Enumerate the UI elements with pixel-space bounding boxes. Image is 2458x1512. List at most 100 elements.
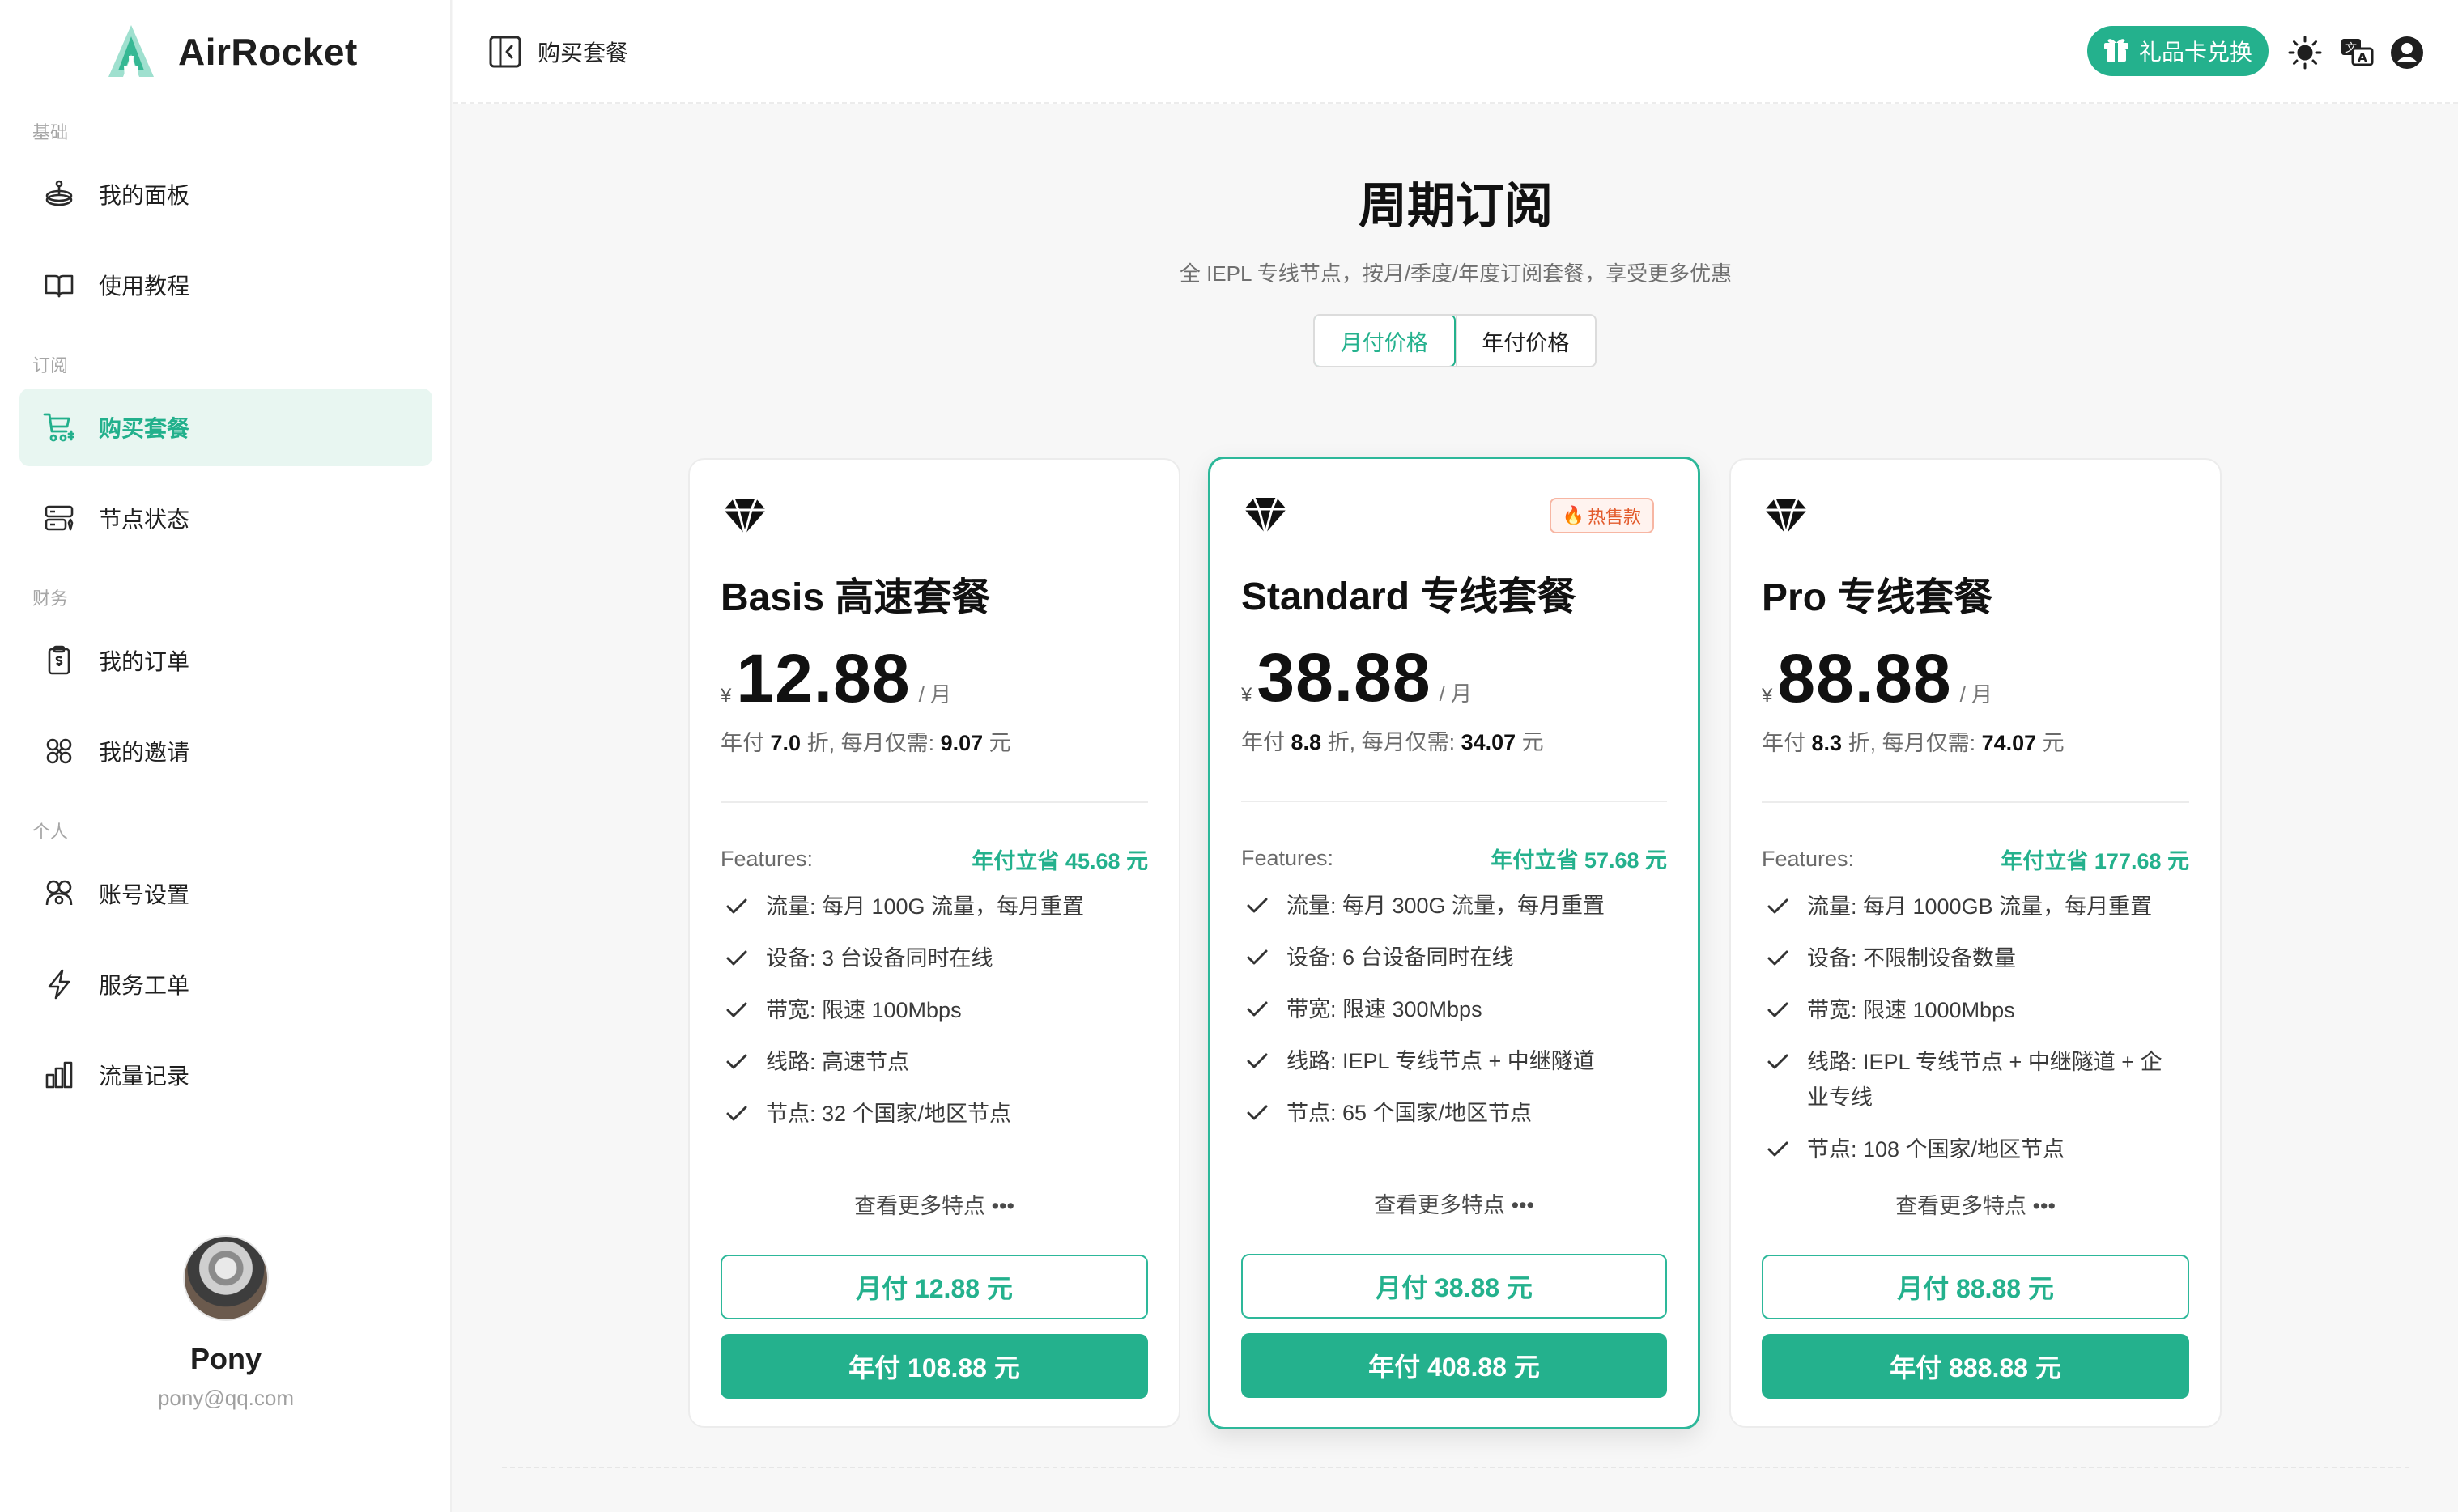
diamond-icon [1243,495,1288,535]
page-subtitle: 全 IEPL 专线节点，按月/季度/年度订阅套餐，享受更多优惠 [1179,261,1733,286]
sidebar-item-label: 使用教程 [99,274,190,299]
section-label-basic: 基础 [32,122,69,142]
feature-item: 带宽: 限速 300Mbps [1246,992,1657,1027]
feature-text: 节点: 108 个国家/地区节点 [1807,1137,2065,1162]
sidebar-item-label: 账号设置 [99,882,190,907]
feature-list: 流量: 每月 300G 流量，每月重置 设备: 6 台设备同时在线 带宽: 限速 3… [1246,888,1657,1147]
price: ¥ 88.88 / 月 [1762,639,1992,718]
price-amount: 88.88 [1777,640,1952,716]
user-name: Pony [189,1342,262,1375]
sidebar-item-dashboard[interactable]: 我的面板 [19,155,432,233]
price: ¥ 12.88 / 月 [721,639,951,718]
sidebar-item-node-status[interactable]: 节点状态 [19,479,432,557]
monthly-pay-button[interactable]: 月付 88.88 元 [1762,1255,2189,1319]
avatar[interactable] [183,1235,269,1321]
feature-text: 线路: IEPL 专线节点 + 中继隧道 + 企业专线 [1807,1050,2162,1110]
yearly-pay-button[interactable]: 年付 408.88 元 [1241,1333,1667,1398]
feature-text: 节点: 65 个国家/地区节点 [1286,1101,1533,1125]
check-icon [725,941,750,976]
check-icon [1767,1132,1791,1167]
yearly-savings: 年付立省 57.68 元 [1491,848,1667,873]
view-more-features-link[interactable]: 查看更多特点 ••• [1210,1187,1698,1219]
feature-text: 带宽: 限速 300Mbps [1286,997,1482,1021]
user-email: pony@qq.com [157,1386,295,1410]
sidebar-item-orders[interactable]: 我的订单 [19,622,432,699]
dashboard-icon [40,176,78,213]
sidebar-item-traffic[interactable]: 流量记录 [19,1036,432,1114]
gift-card-button[interactable]: 礼品卡兑换 [2086,26,2269,76]
price-period: / 月 [1439,682,1473,706]
features-header: Features: 年付立省 57.68 元 [1241,843,1667,874]
check-icon [725,992,750,1028]
sidebar-collapse-icon[interactable] [487,34,523,70]
sidebar-item-tickets[interactable]: 服务工单 [19,945,432,1023]
feature-item: 节点: 65 个国家/地区节点 [1246,1095,1657,1131]
note-mid: 折, 每月仅需: [801,731,941,755]
check-icon [1767,1044,1791,1080]
note-prefix: 年付 [1241,730,1291,754]
note-prefix: 年付 [721,731,771,755]
feature-item: 流量: 每月 100G 流量，每月重置 [725,889,1138,924]
feature-text: 带宽: 限速 1000Mbps [1807,998,2015,1022]
user-account-icon[interactable] [2388,34,2426,71]
currency-symbol: ¥ [1762,685,1773,707]
check-icon [1246,992,1270,1027]
features-header: Features: 年付立省 177.68 元 [1762,843,2189,875]
plan-card: Basis 高速套餐 ¥ 12.88 / 月 年付 7.0 折, 每月仅需: 9… [688,458,1180,1428]
theme-toggle-icon[interactable] [2286,34,2324,71]
features-label: Features: [1241,846,1334,870]
price-amount: 12.88 [736,640,911,716]
plan-name: Basis 高速套餐 [721,576,991,619]
feature-text: 线路: 高速节点 [766,1050,910,1074]
sidebar-item-tutorial[interactable]: 使用教程 [19,246,432,324]
sidebar-item-label: 我的订单 [99,649,190,674]
feature-text: 设备: 不限制设备数量 [1807,946,2017,970]
sidebar-item-invite[interactable]: 我的邀请 [19,712,432,790]
monthly-pay-button[interactable]: 月付 12.88 元 [721,1255,1148,1319]
feature-item: 带宽: 限速 1000Mbps [1767,992,2179,1028]
account-icon [40,875,78,912]
yearly-discount-note: 年付 8.3 折, 每月仅需: 74.07 元 [1762,725,2065,757]
toggle-yearly[interactable]: 年付价格 [1455,316,1596,366]
note-suffix: 元 [2036,731,2065,755]
feature-text: 流量: 每月 100G 流量，每月重置 [766,894,1085,919]
price-period: / 月 [918,682,952,707]
discount-rate: 8.8 [1291,730,1322,754]
hot-badge-label: 热售款 [1587,507,1641,527]
note-suffix: 元 [983,731,1011,755]
check-icon [725,1096,750,1132]
cart-icon [40,409,78,446]
page-title: 周期订阅 [1359,179,1553,233]
sidebar-item-label: 我的面板 [99,183,190,208]
check-icon [1246,888,1270,924]
feature-list: 流量: 每月 1000GB 流量，每月重置 设备: 不限制设备数量 带宽: 限速 1… [1767,889,2179,1183]
sidebar-item-account[interactable]: 账号设置 [19,855,432,932]
view-more-features-link[interactable]: 查看更多特点 ••• [1731,1188,2220,1220]
diamond-icon [1763,495,1809,536]
feature-item: 设备: 3 台设备同时在线 [725,941,1138,976]
gift-icon [2102,34,2131,69]
price: ¥ 38.88 / 月 [1241,639,1472,717]
feature-text: 线路: IEPL 专线节点 + 中继隧道 [1286,1049,1595,1073]
brand[interactable]: AirRocket [102,16,358,87]
yearly-pay-button[interactable]: 年付 108.88 元 [721,1334,1148,1399]
user-profile[interactable]: Pony pony@qq.com [0,1235,452,1411]
sidebar-item-purchase[interactable]: 购买套餐 [19,389,432,466]
price-amount: 38.88 [1257,639,1431,716]
sidebar-item-label: 节点状态 [99,507,190,532]
section-label-subscribe: 订阅 [32,355,69,376]
sidebar-item-label: 我的邀请 [99,740,190,765]
divider [721,801,1148,803]
feature-text: 流量: 每月 1000GB 流量，每月重置 [1807,894,2153,919]
plan-card: Pro 专线套餐 ¥ 88.88 / 月 年付 8.3 折, 每月仅需: 74.… [1729,458,2222,1428]
invite-icon [40,733,78,770]
check-icon [1767,941,1791,976]
topbar: 购买套餐 礼品卡兑换 文A [453,0,2458,104]
yearly-pay-button[interactable]: 年付 888.88 元 [1762,1334,2189,1399]
view-more-features-link[interactable]: 查看更多特点 ••• [690,1188,1179,1220]
toggle-monthly[interactable]: 月付价格 [1315,316,1456,366]
monthly-pay-button[interactable]: 月付 38.88 元 [1241,1254,1667,1319]
language-icon[interactable]: 文A [2338,34,2375,71]
feature-item: 带宽: 限速 100Mbps [725,992,1138,1028]
divider [1241,801,1667,802]
